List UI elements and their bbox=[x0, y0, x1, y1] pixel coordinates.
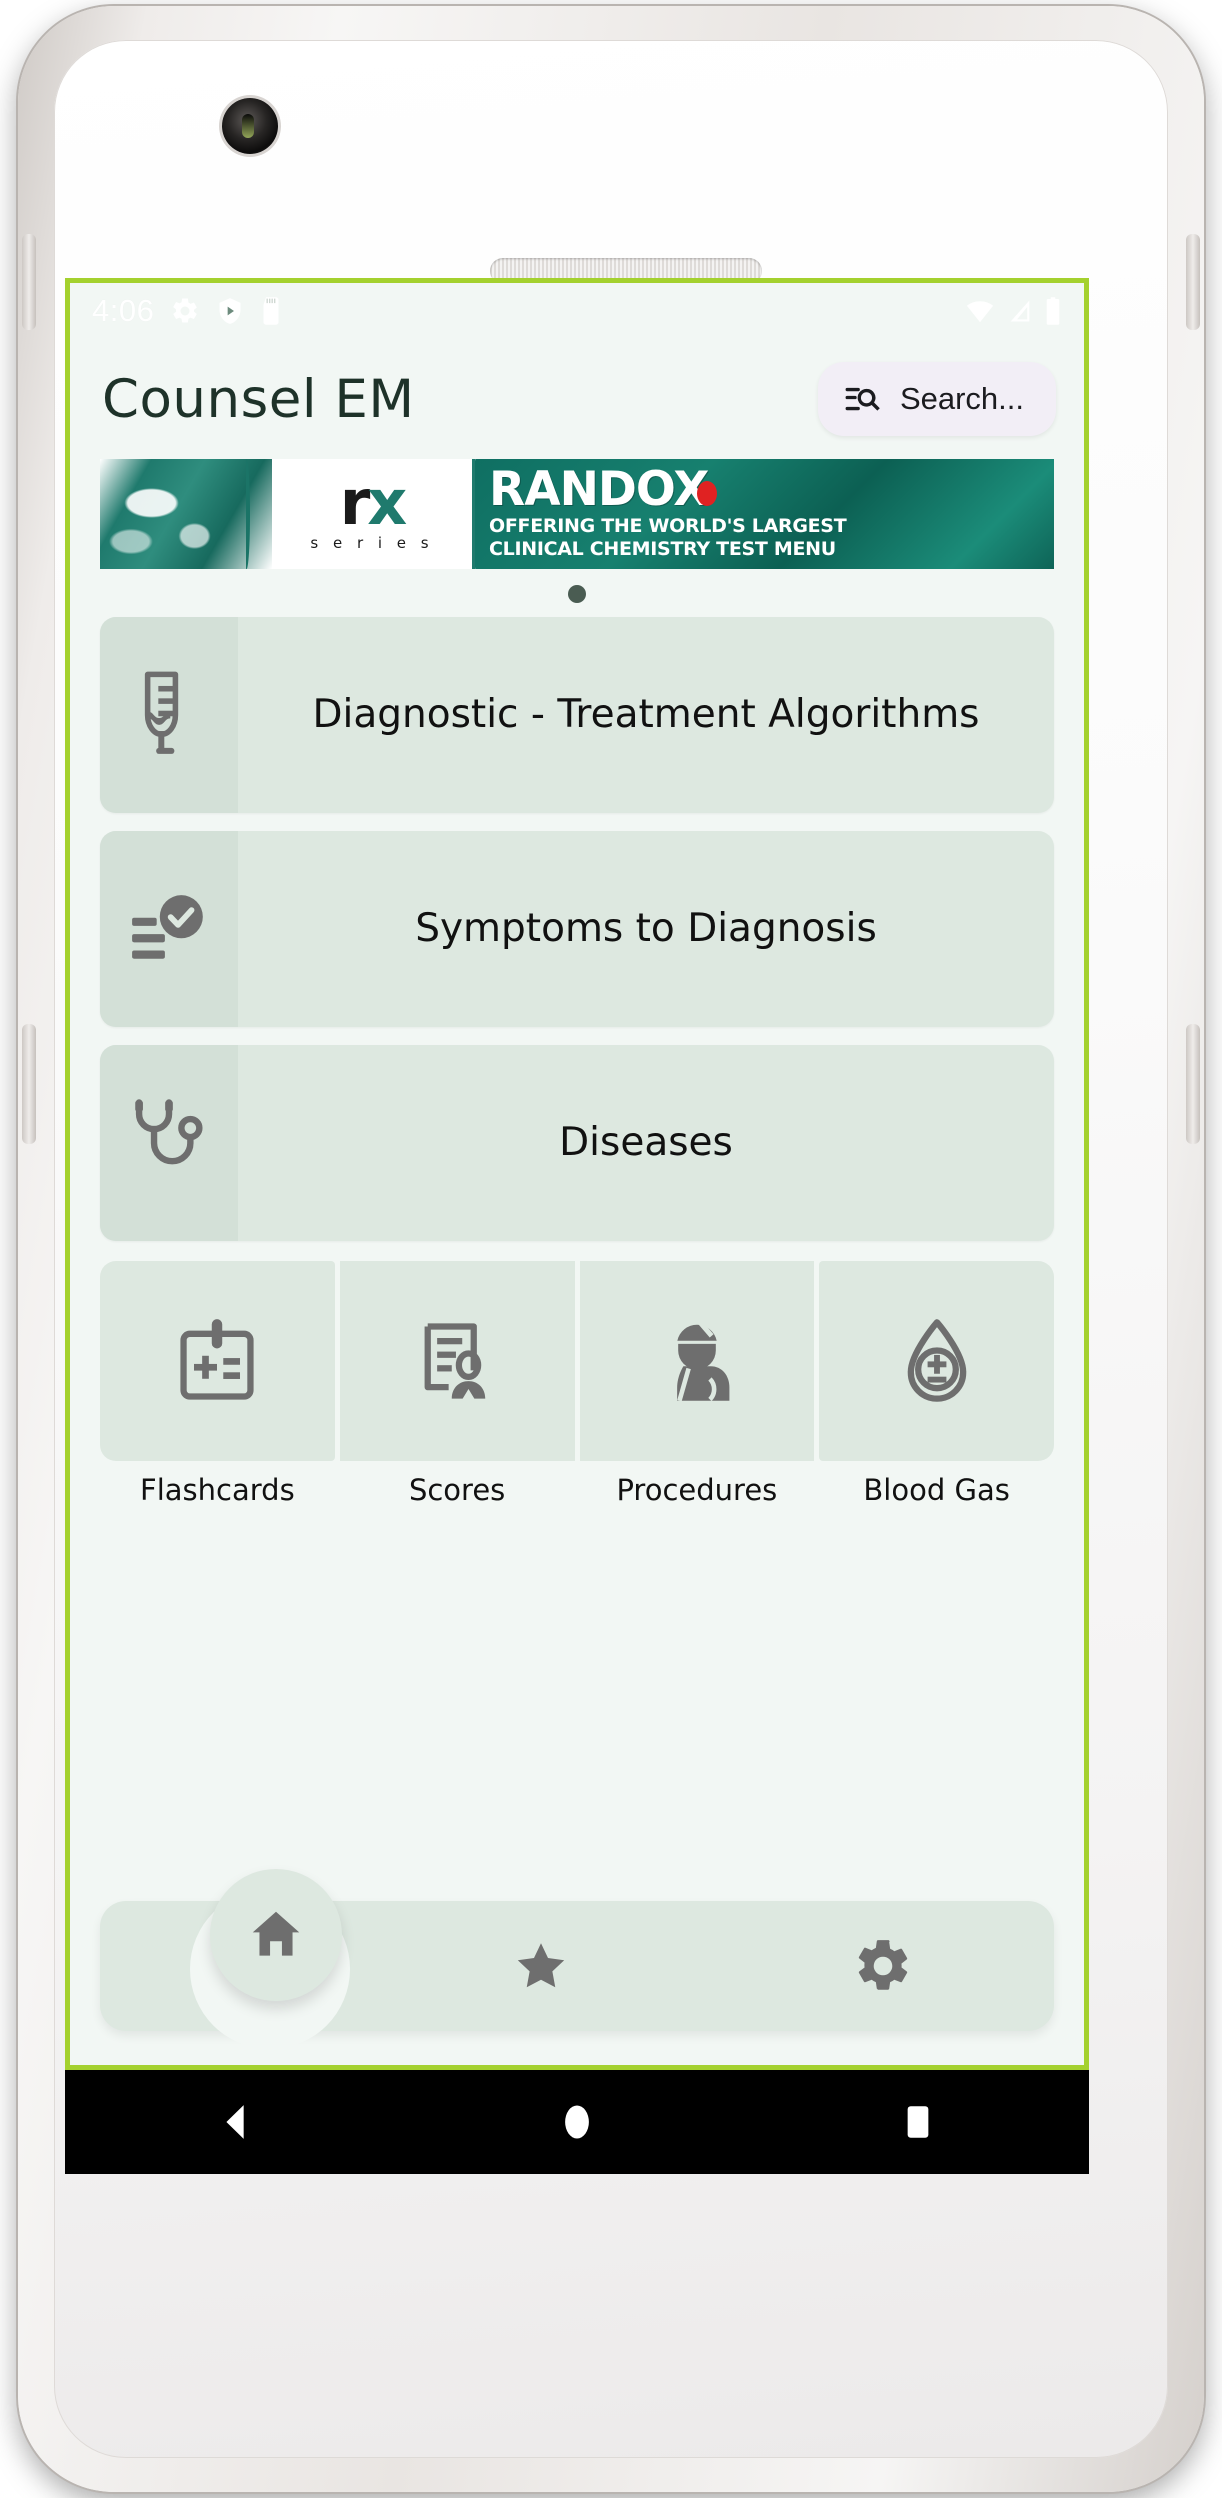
power-button[interactable] bbox=[22, 234, 36, 330]
carousel-page-indicator[interactable] bbox=[70, 569, 1084, 613]
system-home-button[interactable] bbox=[406, 2099, 747, 2145]
scorecard-person-icon bbox=[424, 1323, 486, 1399]
main-menu-list: Diagnostic - Treatment Algorithms Sympto… bbox=[70, 613, 1084, 1241]
checklist-check-icon bbox=[132, 895, 203, 959]
sd-card-icon bbox=[263, 297, 279, 325]
side-button-left[interactable] bbox=[22, 1024, 36, 1144]
stethoscope-icon bbox=[135, 1099, 203, 1165]
system-recents-button[interactable] bbox=[748, 2099, 1089, 2145]
ad-rx-logo: rx s e r i e s bbox=[272, 459, 472, 569]
ad-banner-artwork bbox=[100, 459, 272, 569]
ad-brand-text: RANDOX bbox=[489, 462, 709, 518]
carousel-dot-0[interactable] bbox=[568, 585, 586, 603]
ad-brand-name: RANDOX bbox=[489, 466, 1054, 513]
menu-card-symptoms[interactable]: Symptoms to Diagnosis bbox=[100, 831, 1054, 1027]
status-bar-left: 4:06 bbox=[92, 293, 282, 329]
search-placeholder-label: Search... bbox=[899, 381, 1024, 416]
ad-tagline-line1: OFFERING THE WORLD'S LARGEST bbox=[489, 514, 847, 537]
quick-action-label: Blood Gas bbox=[863, 1473, 1010, 1507]
wifi-icon bbox=[966, 301, 994, 323]
volume-up-button[interactable] bbox=[1186, 234, 1200, 330]
quick-action-label: Flashcards bbox=[140, 1473, 295, 1507]
menu-card-icon-slot bbox=[100, 831, 238, 1027]
menu-card-label: Symptoms to Diagnosis bbox=[415, 905, 877, 951]
menu-card-diseases[interactable]: Diseases bbox=[100, 1045, 1054, 1241]
menu-card-label: Diseases bbox=[559, 1119, 733, 1165]
flashcard-badge-icon bbox=[180, 1319, 254, 1400]
bottom-nav-items bbox=[370, 1901, 1054, 2031]
status-bar: 4:06 bbox=[70, 283, 1084, 339]
menu-card-icon-slot bbox=[100, 1045, 238, 1241]
blood-drop-plus-minus-icon bbox=[907, 1319, 966, 1402]
bottom-nav-favorites-button[interactable] bbox=[370, 1937, 712, 1995]
play-protect-icon bbox=[219, 298, 241, 324]
star-icon bbox=[517, 1943, 565, 1988]
ad-rx-letter-r: r bbox=[339, 466, 371, 540]
page-title: Counsel EM bbox=[102, 368, 415, 430]
bottom-nav-home-button[interactable] bbox=[210, 1869, 342, 2001]
front-camera-icon bbox=[222, 98, 278, 154]
phone-screen: 4:06 Counsel EM Search... rx s e r i e s… bbox=[65, 278, 1089, 2070]
system-back-button[interactable] bbox=[65, 2099, 406, 2145]
ad-rx-letter-x: x bbox=[367, 466, 407, 540]
back-triangle-icon bbox=[226, 2105, 244, 2139]
gear-icon bbox=[858, 1940, 908, 1990]
quick-action-blood-gas[interactable]: Blood Gas bbox=[819, 1261, 1054, 1507]
status-bar-right bbox=[964, 296, 1062, 326]
status-bar-clock: 4:06 bbox=[92, 293, 155, 328]
battery-icon bbox=[1046, 297, 1060, 325]
cellular-signal-icon bbox=[1010, 300, 1030, 322]
bottom-nav-settings-button[interactable] bbox=[712, 1935, 1054, 1997]
iv-bag-icon bbox=[144, 671, 179, 754]
ad-rx-series-label: s e r i e s bbox=[310, 533, 434, 552]
gear-icon bbox=[173, 298, 198, 323]
surgeon-icon bbox=[677, 1320, 730, 1402]
quick-action-procedures[interactable]: Procedures bbox=[579, 1261, 815, 1507]
menu-card-label: Diagnostic - Treatment Algorithms bbox=[312, 691, 980, 737]
app-bar: Counsel EM Search... bbox=[70, 339, 1084, 459]
quick-action-tile[interactable] bbox=[339, 1261, 575, 1461]
quick-action-tile[interactable] bbox=[819, 1261, 1054, 1461]
android-system-nav bbox=[65, 2070, 1089, 2174]
home-circle-icon bbox=[565, 2105, 589, 2139]
quick-action-tile[interactable] bbox=[100, 1261, 335, 1461]
menu-card-icon-slot bbox=[100, 617, 238, 813]
quick-action-flashcards[interactable]: Flashcards bbox=[100, 1261, 335, 1507]
quick-action-tile[interactable] bbox=[579, 1261, 815, 1461]
quick-action-scores[interactable]: Scores bbox=[339, 1261, 575, 1507]
manage-search-icon bbox=[845, 387, 880, 411]
ad-randox-panel: RANDOX OFFERING THE WORLD'S LARGEST CLIN… bbox=[475, 459, 1054, 569]
search-button[interactable]: Search... bbox=[817, 362, 1056, 436]
quick-actions-grid: Flashcards Scores Procedures Blood Gas bbox=[70, 1241, 1084, 1507]
ad-banner[interactable]: rx s e r i e s RANDOX OFFERING THE WORLD… bbox=[100, 459, 1054, 569]
ad-brand-red-dot-icon bbox=[697, 481, 717, 507]
bottom-navigation bbox=[70, 1847, 1084, 2049]
volume-down-button[interactable] bbox=[1186, 1024, 1200, 1144]
ad-tagline-line2: CLINICAL CHEMISTRY TEST MENU bbox=[489, 538, 836, 561]
quick-action-label: Scores bbox=[408, 1473, 506, 1507]
home-icon bbox=[252, 1911, 300, 1956]
ad-banner-container[interactable]: rx s e r i e s RANDOX OFFERING THE WORLD… bbox=[70, 459, 1084, 569]
quick-action-label: Procedures bbox=[616, 1473, 778, 1507]
recents-square-icon bbox=[907, 2106, 929, 2138]
menu-card-algorithms[interactable]: Diagnostic - Treatment Algorithms bbox=[100, 617, 1054, 813]
